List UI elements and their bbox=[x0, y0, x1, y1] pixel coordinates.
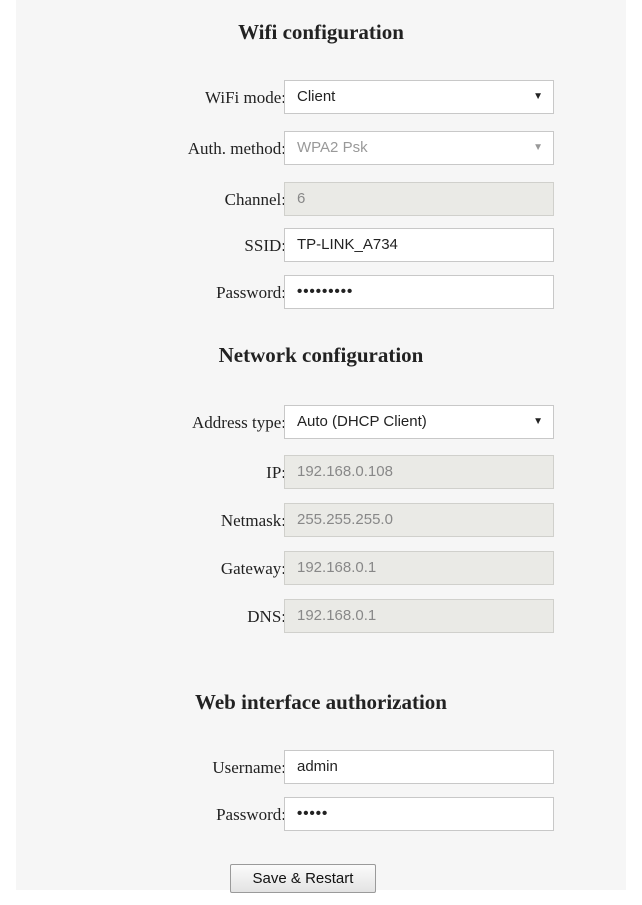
save-restart-button[interactable]: Save & Restart bbox=[230, 864, 376, 893]
address-type-label: Address type: bbox=[192, 413, 286, 432]
wifi-mode-label: WiFi mode: bbox=[204, 88, 286, 107]
dns-input[interactable]: 192.168.0.1 bbox=[284, 599, 554, 633]
username-value: admin bbox=[297, 758, 338, 775]
ssid-input[interactable]: TP-LINK_A734 bbox=[284, 228, 554, 262]
wifi-password-value: ••••••••• bbox=[297, 283, 354, 300]
web-password-value: ••••• bbox=[297, 805, 329, 822]
ssid-row: SSID: TP-LINK_A734 bbox=[16, 228, 626, 264]
auth-method-row: Auth. method: WPA2 Psk ▼ bbox=[16, 131, 626, 167]
netmask-row: Netmask: 255.255.255.0 bbox=[16, 503, 626, 539]
dns-value: 192.168.0.1 bbox=[297, 607, 377, 624]
username-label: Username: bbox=[212, 758, 286, 777]
netmask-input[interactable]: 255.255.255.0 bbox=[284, 503, 554, 537]
ip-value: 192.168.0.108 bbox=[297, 463, 393, 480]
address-type-row: Address type: Auto (DHCP Client) ▼ bbox=[16, 405, 626, 441]
chevron-down-icon: ▼ bbox=[533, 416, 543, 427]
ip-input[interactable]: 192.168.0.108 bbox=[284, 455, 554, 489]
ssid-value: TP-LINK_A734 bbox=[297, 236, 398, 253]
network-section-title: Network configuration bbox=[218, 343, 424, 367]
chevron-down-icon: ▼ bbox=[533, 91, 543, 102]
username-input[interactable]: admin bbox=[284, 750, 554, 784]
username-row: Username: admin bbox=[16, 750, 626, 786]
address-type-value: Auto (DHCP Client) bbox=[297, 413, 427, 430]
channel-label: Channel: bbox=[224, 190, 286, 209]
auth-method-label: Auth. method: bbox=[187, 139, 286, 158]
auth-method-value: WPA2 Psk bbox=[297, 139, 368, 156]
web-password-label: Password: bbox=[216, 805, 286, 824]
wifi-password-input[interactable]: ••••••••• bbox=[284, 275, 554, 309]
chevron-down-icon: ▼ bbox=[533, 142, 543, 153]
netmask-value: 255.255.255.0 bbox=[297, 511, 393, 528]
web-password-row: Password: ••••• bbox=[16, 797, 626, 833]
web-password-input[interactable]: ••••• bbox=[284, 797, 554, 831]
dns-row: DNS: 192.168.0.1 bbox=[16, 599, 626, 635]
wifi-password-row: Password: ••••••••• bbox=[16, 275, 626, 311]
wifi-mode-value: Client bbox=[297, 88, 336, 105]
wifi-section-title: Wifi configuration bbox=[238, 20, 404, 44]
address-type-select[interactable]: Auto (DHCP Client) ▼ bbox=[284, 405, 554, 439]
channel-row: Channel: 6 bbox=[16, 182, 626, 218]
channel-value: 6 bbox=[297, 190, 306, 207]
gateway-label: Gateway: bbox=[220, 559, 286, 578]
wifi-mode-select[interactable]: Client ▼ bbox=[284, 80, 554, 114]
wifi-mode-row: WiFi mode: Client ▼ bbox=[16, 80, 626, 116]
channel-input[interactable]: 6 bbox=[284, 182, 554, 216]
netmask-label: Netmask: bbox=[220, 511, 286, 530]
ssid-label: SSID: bbox=[244, 236, 286, 255]
gateway-input[interactable]: 192.168.0.1 bbox=[284, 551, 554, 585]
wifi-password-label: Password: bbox=[216, 283, 286, 302]
ip-row: IP: 192.168.0.108 bbox=[16, 455, 626, 491]
web-auth-section-title: Web interface authorization bbox=[195, 690, 447, 714]
auth-method-select[interactable]: WPA2 Psk ▼ bbox=[284, 131, 554, 165]
gateway-value: 192.168.0.1 bbox=[297, 559, 377, 576]
config-panel: Wifi configuration WiFi mode: Client ▼ A… bbox=[16, 0, 626, 893]
dns-label: DNS: bbox=[247, 607, 286, 626]
gateway-row: Gateway: 192.168.0.1 bbox=[16, 551, 626, 587]
